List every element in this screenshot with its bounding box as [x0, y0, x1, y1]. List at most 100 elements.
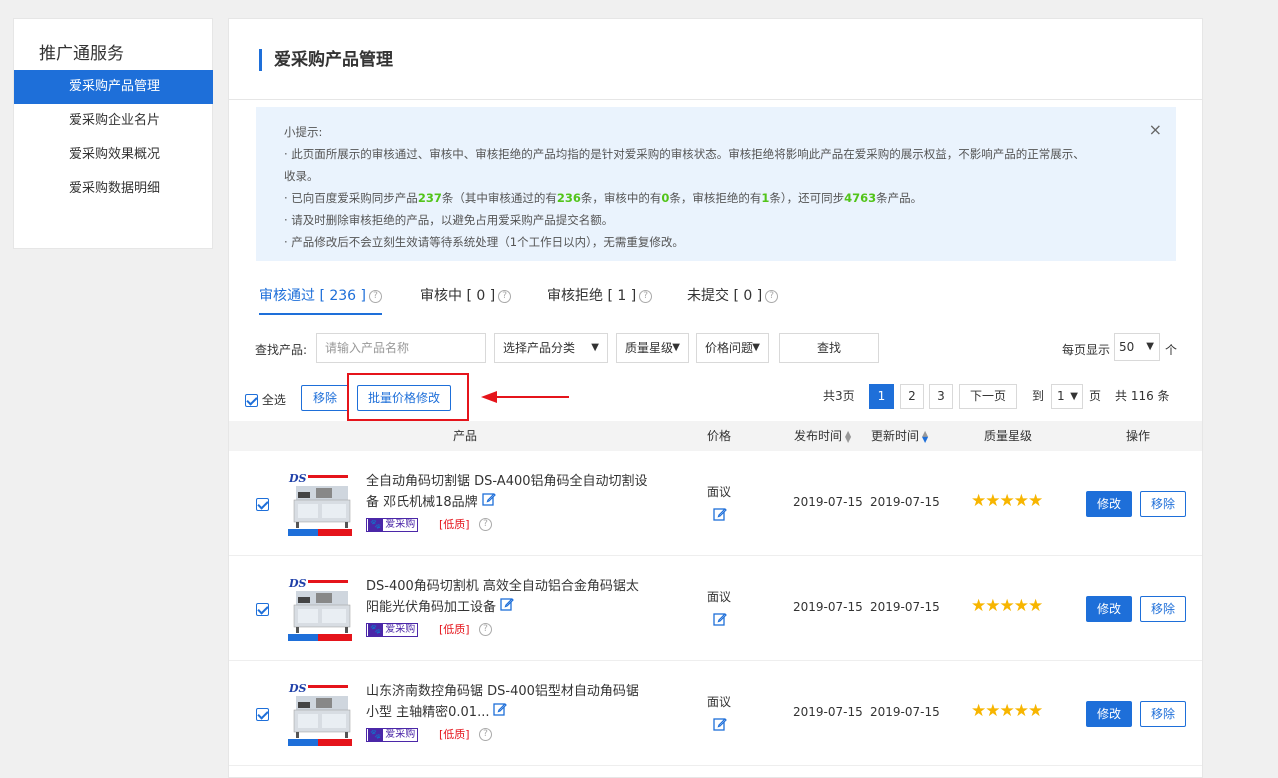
- low-quality-tag: [低质]: [439, 623, 470, 636]
- tips-line-1: · 此页面所展示的审核通过、审核中、审核拒绝的产品均指的是针对爱采购的审核状态。…: [284, 147, 1085, 161]
- main-panel: 爱采购产品管理 小提示: · 此页面所展示的审核通过、审核中、审核拒绝的产品均指…: [228, 18, 1203, 778]
- product-title[interactable]: DS-400角码切割机 高效全自动铝合金角码锯太阳能光伏角码加工设备: [366, 577, 651, 618]
- help-icon[interactable]: ?: [498, 289, 512, 303]
- svg-text:DS: DS: [288, 577, 307, 590]
- page-3-button[interactable]: 3: [929, 384, 953, 409]
- aicaigou-badge: 🐾 爱采购: [366, 728, 419, 742]
- arrow-left-icon: [481, 391, 569, 403]
- remove-button[interactable]: 移除: [301, 385, 349, 411]
- low-quality-tag: [低质]: [439, 518, 470, 531]
- sidebar-title: 推广通服务: [39, 44, 124, 64]
- quality-select[interactable]: 质量星级 ▼: [616, 333, 689, 363]
- product-thumbnail[interactable]: DS: [288, 682, 352, 746]
- update-date: 2019-07-15: [870, 600, 940, 614]
- close-icon[interactable]: ×: [1149, 121, 1162, 139]
- select-all-checkbox[interactable]: [245, 394, 258, 407]
- sort-icon[interactable]: ▲ ▼: [845, 429, 851, 443]
- product-thumbnail[interactable]: DS: [288, 472, 352, 536]
- help-icon[interactable]: ?: [479, 518, 492, 531]
- tips-line-4: · 产品修改后不会立刻生效请等待系统处理（1个工作日以内），无需重复修改。: [284, 235, 684, 249]
- tab-rejected[interactable]: 审核拒绝 [ 1 ]?: [547, 285, 653, 315]
- sidebar-item-data-details[interactable]: 爱采购数据明细: [14, 172, 213, 206]
- search-button[interactable]: 查找: [779, 333, 879, 363]
- quality-stars: ★★★★★: [971, 491, 1043, 511]
- caret-down-icon: ▼: [672, 342, 680, 353]
- row-checkbox[interactable]: [256, 603, 269, 616]
- search-label: 查找产品:: [255, 343, 308, 357]
- edit-button[interactable]: 修改: [1086, 596, 1132, 622]
- tab-reviewing[interactable]: 审核中 [ 0 ]?: [420, 285, 512, 315]
- row-checkbox[interactable]: [256, 498, 269, 511]
- help-icon[interactable]: ?: [639, 289, 653, 303]
- category-select[interactable]: 选择产品分类 ▼: [494, 333, 608, 363]
- page-2-button[interactable]: 2: [900, 384, 924, 409]
- caret-down-icon: ▼: [752, 342, 760, 353]
- tab-approved[interactable]: 审核通过 [ 236 ]?: [259, 285, 382, 315]
- sidebar-item-company-card[interactable]: 爱采购企业名片: [14, 104, 213, 138]
- product-title[interactable]: 全自动角码切割锯 DS-A400铝角码全自动切割设备 邓氏机械18品牌: [366, 472, 651, 513]
- help-icon[interactable]: ?: [479, 728, 492, 741]
- help-icon[interactable]: ?: [479, 623, 492, 636]
- per-page-select[interactable]: 50 ▼: [1114, 333, 1160, 361]
- highlight-box: [347, 373, 469, 421]
- page-1-button[interactable]: 1: [869, 384, 894, 409]
- price-value: 面议: [707, 485, 732, 499]
- paw-icon: 🐾: [368, 519, 384, 531]
- tips-box: 小提示: · 此页面所展示的审核通过、审核中、审核拒绝的产品均指的是针对爱采购的…: [256, 107, 1176, 261]
- tips-line-2: · 已向百度爱采购同步产品237条（其中审核通过的有236条，审核中的有0条，审…: [284, 191, 923, 205]
- publish-date: 2019-07-15: [793, 600, 863, 614]
- select-all[interactable]: 全选: [245, 391, 286, 408]
- sort-icon[interactable]: ▲ ▼: [922, 429, 928, 443]
- row-checkbox[interactable]: [256, 708, 269, 721]
- edit-price-icon[interactable]: [713, 717, 727, 735]
- edit-price-icon[interactable]: [713, 612, 727, 630]
- col-product: 产品: [453, 429, 478, 443]
- tips-line-1b: 收录。: [284, 169, 319, 183]
- update-date: 2019-07-15: [870, 495, 940, 509]
- price-value: 面议: [707, 695, 732, 709]
- publish-date: 2019-07-15: [793, 495, 863, 509]
- product-search-input[interactable]: [316, 333, 486, 363]
- quality-stars: ★★★★★: [971, 596, 1043, 616]
- help-icon[interactable]: ?: [765, 289, 779, 303]
- sidebar-item-product-management[interactable]: 爱采购产品管理: [14, 70, 213, 104]
- update-date: 2019-07-15: [870, 705, 940, 719]
- edit-icon[interactable]: [482, 492, 496, 513]
- goto-page-select[interactable]: 1 ▼: [1051, 384, 1083, 409]
- edit-icon[interactable]: [493, 702, 508, 723]
- help-icon[interactable]: ?: [369, 289, 382, 303]
- row-remove-button[interactable]: 移除: [1140, 596, 1186, 622]
- aicaigou-badge: 🐾 爱采购: [366, 518, 419, 532]
- row-remove-button[interactable]: 移除: [1140, 491, 1186, 517]
- tips-line-3: · 请及时删除审核拒绝的产品，以避免占用爱采购产品提交名额。: [284, 213, 614, 227]
- edit-price-icon[interactable]: [713, 507, 727, 525]
- caret-down-icon: ▼: [1070, 391, 1078, 402]
- col-update-time[interactable]: 更新时间 ▲ ▼: [871, 421, 928, 451]
- quality-stars: ★★★★★: [971, 701, 1043, 721]
- paw-icon: 🐾: [368, 624, 384, 636]
- total-count: 共 116 条: [1115, 389, 1170, 403]
- sidebar-item-effect-overview[interactable]: 爱采购效果概况: [14, 138, 213, 172]
- divider: [229, 99, 1202, 100]
- page-unit-label: 页: [1089, 389, 1102, 403]
- col-quality: 质量星级: [984, 429, 1033, 443]
- edit-button[interactable]: 修改: [1086, 491, 1132, 517]
- low-quality-tag: [低质]: [439, 728, 470, 741]
- page-title: 爱采购产品管理: [259, 49, 393, 71]
- table-row: DS 山东济南数控角码锯 DS-400铝型材自动角码锯 小型 主轴精密0.01.…: [229, 661, 1202, 766]
- col-publish-time[interactable]: 发布时间 ▲ ▼: [794, 421, 851, 451]
- select-all-label: 全选: [261, 393, 286, 407]
- edit-icon[interactable]: [500, 597, 514, 618]
- sidebar: 推广通服务 爱采购产品管理 爱采购企业名片 爱采购效果概况 爱采购数据明细: [13, 18, 213, 249]
- tips-heading: 小提示:: [284, 125, 323, 139]
- table-row: DS DS-400角码切割机 高效全自动铝合金角码锯太阳能光伏角码加工设备 🐾 爱…: [229, 556, 1202, 661]
- product-thumbnail[interactable]: DS: [288, 577, 352, 641]
- next-page-button[interactable]: 下一页: [959, 384, 1017, 409]
- edit-button[interactable]: 修改: [1086, 701, 1132, 727]
- product-title[interactable]: 山东济南数控角码锯 DS-400铝型材自动角码锯 小型 主轴精密0.01...: [366, 682, 651, 723]
- price-issue-select[interactable]: 价格问题 ▼: [696, 333, 769, 363]
- col-operations: 操作: [1126, 429, 1151, 443]
- table-header: 产品 价格 发布时间 ▲ ▼ 更新时间 ▲ ▼ 质量星级 操作: [229, 421, 1202, 451]
- tab-unsubmitted[interactable]: 未提交 [ 0 ]?: [687, 285, 779, 315]
- row-remove-button[interactable]: 移除: [1140, 701, 1186, 727]
